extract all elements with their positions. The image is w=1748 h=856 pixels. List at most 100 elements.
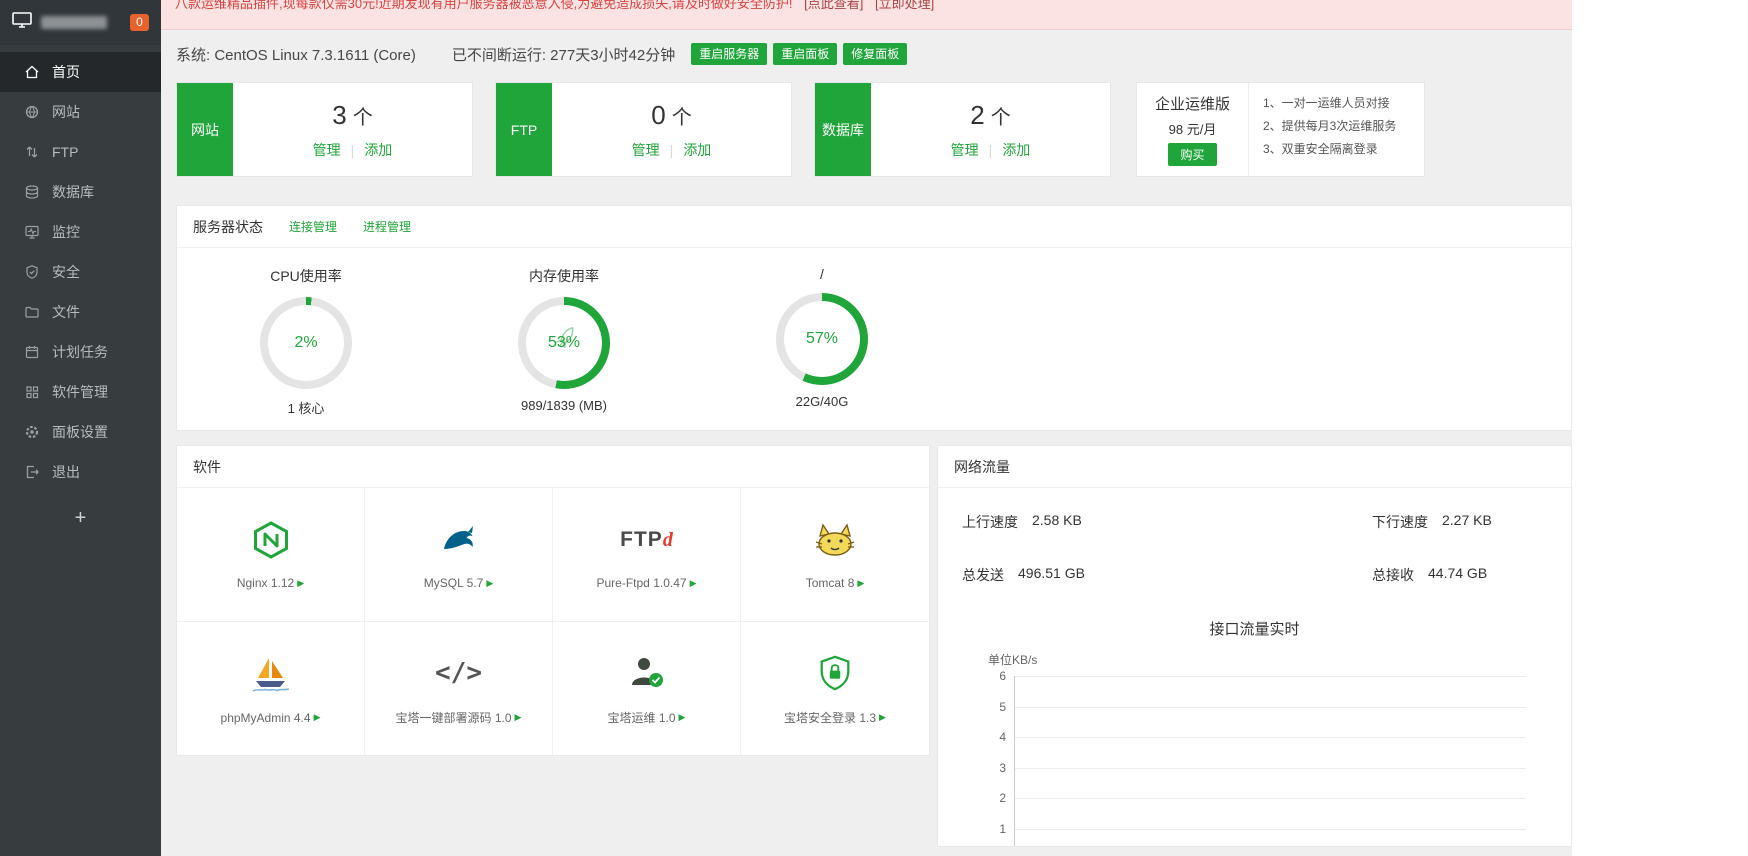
running-indicator: ▶	[486, 579, 493, 588]
website-stat-card: 网站 3个 管理 | 添加	[176, 82, 473, 177]
download-speed: 下行速度 2.27 KB	[1372, 512, 1492, 532]
software-item-btops[interactable]: 宝塔运维 1.0▶	[553, 622, 741, 756]
running-indicator: ▶	[690, 579, 697, 588]
phpmyadmin-icon	[250, 654, 292, 696]
website-add-link[interactable]: 添加	[364, 140, 392, 160]
logo-bar: 0	[0, 0, 161, 45]
sidebar-item-logout[interactable]: 退出	[0, 452, 161, 492]
security-login-icon	[816, 652, 854, 694]
upload-speed: 上行速度 2.58 KB	[962, 512, 1372, 532]
promo-features: 1、一对一运维人员对接 2、提供每月3次运维服务 3、双重安全隔离登录	[1249, 83, 1424, 176]
restart-server-button[interactable]: 重启服务器	[691, 43, 767, 65]
sidebar-add-button[interactable]: +	[0, 498, 161, 538]
cpu-donut-chart: 2%	[260, 297, 352, 389]
promo-feature: 1、一对一运维人员对接	[1263, 92, 1424, 115]
website-manage-link[interactable]: 管理	[313, 140, 341, 160]
alert-view-link[interactable]: [点此查看]	[804, 0, 863, 11]
database-icon	[24, 184, 40, 200]
network-stats: 上行速度 2.58 KB 下行速度 2.27 KB 总发送 496.51 GB	[938, 488, 1571, 585]
system-buttons: 重启服务器 重启面板 修复面板	[691, 43, 907, 65]
restart-panel-button[interactable]: 重启面板	[773, 43, 837, 65]
software-grid: Nginx 1.12▶ MySQL 5.7▶ FTPd Pure-Ftpd 1.…	[177, 488, 929, 756]
sidebar-item-home[interactable]: 首页	[0, 52, 161, 92]
traffic-chart: 6 5 4 3 2 1 0	[978, 676, 1571, 847]
grid-icon	[24, 384, 40, 400]
traffic-chart-unit: 单位KB/s	[988, 651, 1571, 668]
software-item-deploy-code[interactable]: </> 宝塔一键部署源码 1.0▶	[365, 622, 553, 756]
software-item-phpmyadmin[interactable]: phpMyAdmin 4.4▶	[177, 622, 365, 756]
software-item-pureftpd[interactable]: FTPd Pure-Ftpd 1.0.47▶	[553, 488, 741, 622]
divider: |	[351, 142, 355, 158]
sidebar-item-database[interactable]: 数据库	[0, 172, 161, 212]
stats-cards-row: 网站 3个 管理 | 添加 FTP 0个 管理 |	[176, 82, 1733, 177]
sidebar: 0 首页 网站 FTP 数据库 监控	[0, 0, 161, 856]
database-add-link[interactable]: 添加	[1002, 140, 1030, 160]
sidebar-item-ftp[interactable]: FTP	[0, 132, 161, 172]
message-count-badge[interactable]: 0	[130, 14, 149, 31]
sidebar-item-label: 退出	[52, 462, 80, 482]
cpu-gauge: CPU使用率 2% 1 核心	[177, 266, 435, 430]
sidebar-item-website[interactable]: 网站	[0, 92, 161, 132]
memory-donut-chart[interactable]: 53%	[518, 297, 610, 389]
logout-icon	[24, 464, 40, 480]
sidebar-item-cron[interactable]: 计划任务	[0, 332, 161, 372]
database-manage-link[interactable]: 管理	[951, 140, 979, 160]
software-title: 软件	[193, 457, 221, 477]
repair-panel-button[interactable]: 修复面板	[843, 43, 907, 65]
calendar-icon	[24, 344, 40, 360]
ftp-count: 0个	[651, 100, 691, 131]
sidebar-item-label: 安全	[52, 262, 80, 282]
ftp-add-link[interactable]: 添加	[683, 140, 711, 160]
running-indicator: ▶	[314, 713, 321, 722]
software-item-nginx[interactable]: Nginx 1.12▶	[177, 488, 365, 622]
sidebar-item-settings[interactable]: 面板设置	[0, 412, 161, 452]
home-icon	[24, 64, 40, 80]
sidebar-item-label: 计划任务	[52, 342, 108, 362]
sidebar-item-monitor[interactable]: 监控	[0, 212, 161, 252]
buy-button[interactable]: 购买	[1168, 143, 1216, 166]
memory-gauge: 内存使用率 53% 989/1839 (MB)	[435, 266, 693, 430]
sidebar-item-software[interactable]: 软件管理	[0, 372, 161, 412]
folder-icon	[24, 304, 40, 320]
running-indicator: ▶	[857, 579, 864, 588]
software-item-security-login[interactable]: 宝塔安全登录 1.3▶	[741, 622, 929, 756]
sidebar-item-label: 网站	[52, 102, 80, 122]
sidebar-item-files[interactable]: 文件	[0, 292, 161, 332]
process-manage-link[interactable]: 进程管理	[363, 218, 411, 235]
sidebar-item-security[interactable]: 安全	[0, 252, 161, 292]
sidebar-item-label: 文件	[52, 302, 80, 322]
server-name-redacted	[41, 16, 107, 29]
website-icon	[24, 104, 40, 120]
disk-root-gauge: / 57% 22G/40G	[693, 266, 951, 430]
main-content: 八款运维精品插件,现每款仅需30元!近期发现有用户服务器被恶意入侵,为避免造成损…	[161, 0, 1748, 856]
system-info-row: 系统: CentOS Linux 7.3.1611 (Core) 已不间断运行:…	[176, 43, 1733, 65]
traffic-chart-title: 接口流量实时	[938, 618, 1571, 639]
software-item-tomcat[interactable]: Tomcat 8▶	[741, 488, 929, 622]
sidebar-item-label: 首页	[52, 62, 80, 82]
security-shield-icon	[24, 264, 40, 280]
pureftpd-icon: FTPd	[620, 519, 673, 561]
database-count: 2个	[970, 100, 1010, 131]
website-tag: 网站	[177, 83, 233, 176]
software-item-mysql[interactable]: MySQL 5.7▶	[365, 488, 553, 622]
code-deploy-icon: </>	[435, 652, 482, 694]
sidebar-item-label: 监控	[52, 222, 80, 242]
running-indicator: ▶	[679, 713, 686, 722]
network-traffic-panel: 网络流量 上行速度 2.58 KB 下行速度 2.27 KB	[937, 445, 1572, 847]
sidebar-item-label: 面板设置	[52, 422, 108, 442]
promo-alert-bar: 八款运维精品插件,现每款仅需30元!近期发现有用户服务器被恶意入侵,为避免造成损…	[161, 0, 1572, 30]
running-indicator: ▶	[515, 713, 522, 722]
promo-feature: 2、提供每月3次运维服务	[1263, 115, 1424, 138]
ftp-stat-card: FTP 0个 管理 | 添加	[495, 82, 792, 177]
alert-text: 八款运维精品插件,现每款仅需30元!近期发现有用户服务器被恶意入侵,为避免造成损…	[175, 0, 793, 11]
alert-action-link[interactable]: [立即处理]	[875, 0, 934, 11]
ftp-manage-link[interactable]: 管理	[632, 140, 660, 160]
system-os: 系统: CentOS Linux 7.3.1611 (Core)	[176, 44, 416, 65]
bottom-panels-row: 软件 Nginx 1.12▶ MySQL 5.7▶	[176, 445, 1748, 847]
database-tag: 数据库	[815, 83, 871, 176]
mysql-icon	[438, 519, 480, 561]
disk-donut-chart: 57%	[776, 293, 868, 385]
software-panel: 软件 Nginx 1.12▶ MySQL 5.7▶	[176, 445, 930, 756]
connections-manage-link[interactable]: 连接管理	[289, 218, 337, 235]
sidebar-item-label: 软件管理	[52, 382, 108, 402]
